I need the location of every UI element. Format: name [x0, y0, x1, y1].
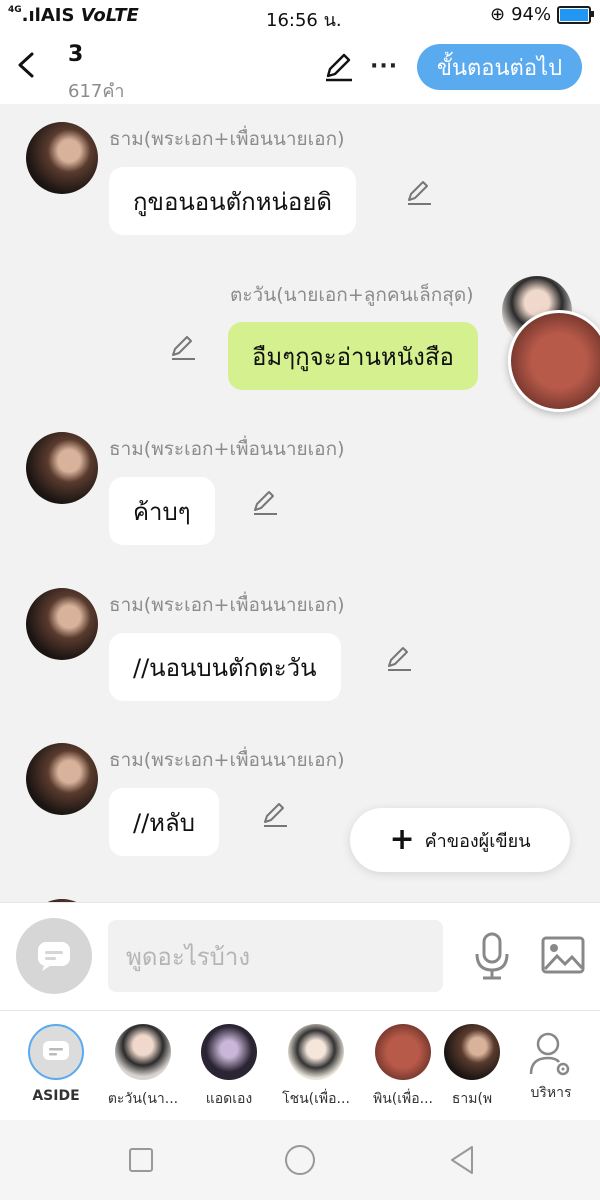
carrier-name: AIS: [40, 5, 75, 26]
aside-toggle-button[interactable]: [16, 918, 92, 994]
character-avatar: [444, 1024, 500, 1080]
character-item[interactable]: โชน(เพื่อ...: [273, 1024, 359, 1110]
rotation-lock-icon: ⊕: [490, 4, 506, 25]
message-bubble[interactable]: //หลับ: [109, 788, 219, 856]
back-arrow-icon[interactable]: [14, 50, 40, 80]
floating-avatar[interactable]: [508, 310, 600, 412]
character-item[interactable]: พิน(เพื่อ...: [360, 1024, 446, 1110]
message-bubble-own[interactable]: อืมๆกูจะอ่านหนังสือ: [228, 322, 478, 390]
home-icon[interactable]: [284, 1144, 316, 1176]
character-item-aside[interactable]: ASIDE: [13, 1024, 99, 1104]
volte-label: VoLTE: [80, 5, 139, 26]
chat-area: ธาม(พระเอก+เพื่อนนายเอก) กูขอนอนตักหน่อย…: [0, 104, 600, 902]
word-count: 617คำ: [68, 81, 125, 102]
message-sender: ธาม(พระเอก+เพื่อนนายเอก): [109, 749, 345, 771]
signal-icon: .ıl: [21, 5, 41, 26]
chapter-title: 3: [68, 42, 84, 67]
back-nav-icon[interactable]: [448, 1145, 476, 1175]
edit-message-icon[interactable]: [260, 800, 290, 830]
character-avatar: [375, 1024, 431, 1080]
character-item[interactable]: ตะวัน(นา...: [100, 1024, 186, 1110]
edit-pencil-icon[interactable]: [322, 52, 356, 82]
character-avatar: [115, 1024, 171, 1080]
character-avatar: [288, 1024, 344, 1080]
manage-characters-button[interactable]: บริหาร: [508, 1030, 594, 1104]
character-label: ตะวัน(นา...: [107, 1091, 179, 1107]
character-label: ASIDE: [32, 1088, 80, 1104]
next-step-button[interactable]: ขั้นตอนต่อไป: [417, 44, 582, 90]
message-sender: ธาม(พระเอก+เพื่อนนายเอก): [109, 128, 345, 150]
battery-status: ⊕ 94%: [490, 4, 595, 25]
message-bubble[interactable]: กูขอนอนตักหน่อยดิ: [109, 167, 356, 235]
battery-icon: [557, 5, 595, 24]
battery-percent: 94%: [511, 4, 552, 25]
avatar[interactable]: [26, 432, 98, 504]
writer-note-label: คำของผู้เขียน: [424, 830, 531, 852]
aside-avatar: [28, 1024, 84, 1080]
chat-bubble-icon: [38, 942, 70, 971]
character-avatar: [201, 1024, 257, 1080]
edit-message-icon[interactable]: [250, 488, 280, 518]
character-label: แอดเอง: [205, 1091, 253, 1107]
message-sender: ธาม(พระเอก+เพื่อนนายเอก): [109, 438, 345, 460]
microphone-icon[interactable]: [472, 932, 512, 980]
person-settings-icon: [529, 1032, 570, 1076]
character-item[interactable]: ธาม(พ: [436, 1024, 508, 1110]
carrier-info: 4G.ılAIS VoLTE: [8, 5, 139, 26]
character-label: พิน(เพื่อ...: [372, 1091, 434, 1107]
image-icon[interactable]: [541, 936, 585, 974]
character-label: ธาม(พ: [451, 1091, 493, 1107]
message-sender: ตะวัน(นายเอก+ลูกคนเล็กสุด): [230, 284, 474, 306]
message-bubble[interactable]: //นอนบนตักตะวัน: [109, 633, 341, 701]
character-label: โชน(เพื่อ...: [282, 1091, 350, 1107]
avatar[interactable]: [26, 588, 98, 660]
message-bubble[interactable]: ค้าบๆ: [109, 477, 215, 545]
network-type: 4G: [8, 5, 22, 15]
edit-message-icon[interactable]: [168, 333, 198, 363]
character-label: บริหาร: [530, 1085, 572, 1101]
chat-bubble-icon: [43, 1041, 69, 1060]
message-input[interactable]: พูดอะไรบ้าง: [108, 920, 443, 992]
writer-note-button[interactable]: + คำของผู้เขียน: [350, 808, 570, 872]
avatar[interactable]: [26, 743, 98, 815]
avatar[interactable]: [26, 122, 98, 194]
plus-icon: +: [389, 822, 415, 857]
recent-apps-icon[interactable]: [128, 1147, 154, 1173]
message-sender: ธาม(พระเอก+เพื่อนนายเอก): [109, 594, 345, 616]
more-options-icon[interactable]: ···: [370, 54, 398, 79]
clock: 16:56 น.: [266, 10, 342, 31]
edit-message-icon[interactable]: [404, 178, 434, 208]
edit-message-icon[interactable]: [384, 644, 414, 674]
character-item[interactable]: แอดเอง: [186, 1024, 272, 1110]
battery-fill: [560, 8, 589, 21]
